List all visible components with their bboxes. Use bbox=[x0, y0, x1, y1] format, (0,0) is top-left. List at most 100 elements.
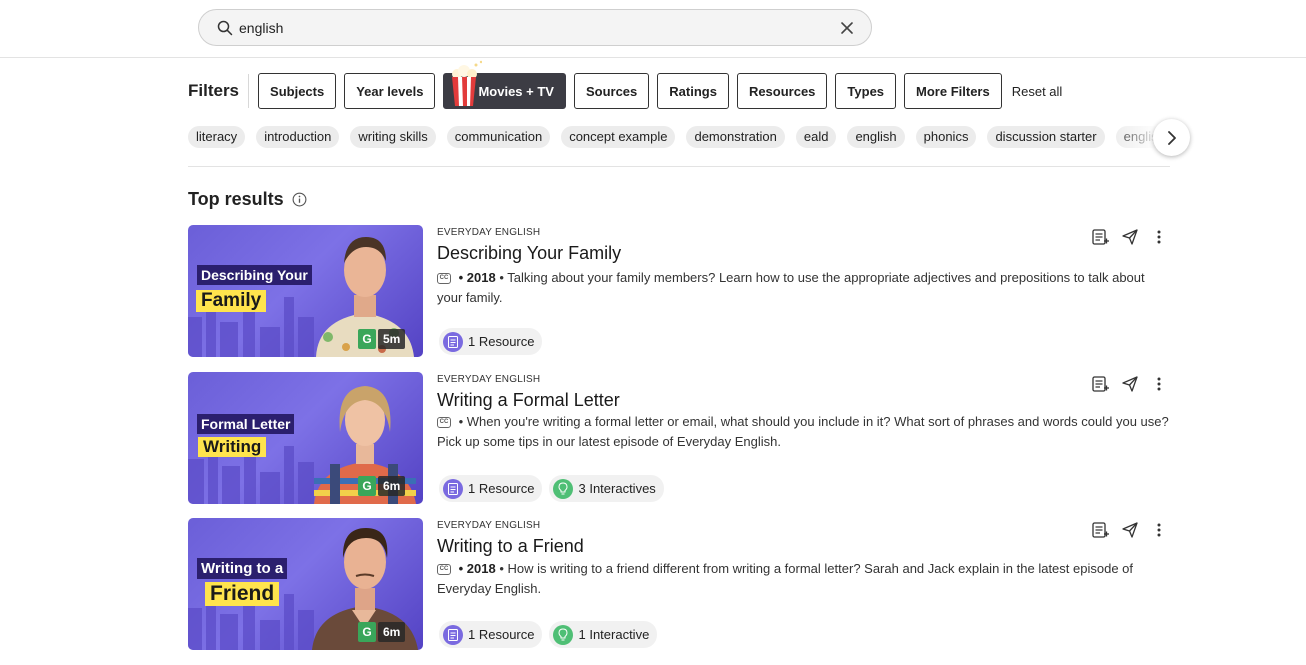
share-button[interactable] bbox=[1119, 373, 1141, 395]
duration-badge: 5m bbox=[378, 329, 406, 349]
more-options-button[interactable] bbox=[1148, 226, 1170, 248]
divider bbox=[188, 166, 1170, 167]
result-pills: 1 Resource 3 Interactives bbox=[439, 475, 671, 502]
share-icon bbox=[1122, 376, 1138, 392]
result-description: CC • 2018 • How is writing to a friend d… bbox=[437, 561, 1134, 596]
result-title[interactable]: Writing a Formal Letter bbox=[437, 390, 620, 411]
filter-subjects-button[interactable]: Subjects bbox=[258, 73, 337, 109]
thumbnail-title-line2: Family bbox=[196, 290, 267, 312]
interactives-pill[interactable]: 1 Interactive bbox=[549, 621, 658, 648]
share-icon bbox=[1122, 522, 1138, 538]
tag-chip[interactable]: communication bbox=[446, 126, 551, 148]
closed-captions-icon: CC bbox=[437, 273, 451, 285]
result-description-text: Talking about your family members? Learn… bbox=[437, 270, 1145, 305]
share-button[interactable] bbox=[1119, 519, 1141, 541]
result-actions bbox=[1090, 373, 1177, 395]
video-thumbnail[interactable]: Formal Letter Writing G 6m bbox=[188, 372, 423, 504]
filter-resources-button[interactable]: Resources bbox=[736, 73, 828, 109]
result-description: CC • When you're writing a formal letter… bbox=[437, 414, 1169, 449]
resources-label: 1 Resource bbox=[468, 627, 535, 642]
more-options-button[interactable] bbox=[1148, 519, 1170, 541]
result-pills: 1 Resource bbox=[439, 328, 549, 355]
resources-pill[interactable]: 1 Resource bbox=[439, 621, 543, 648]
tag-chip[interactable]: phonics bbox=[915, 126, 977, 148]
result-source: EVERYDAY ENGLISH bbox=[437, 227, 541, 238]
result-title[interactable]: Describing Your Family bbox=[437, 243, 621, 264]
filter-sources-button[interactable]: Sources bbox=[573, 73, 650, 109]
filters-label: Filters bbox=[188, 74, 250, 108]
video-thumbnail[interactable]: Describing Your Family G 5m bbox=[188, 225, 423, 357]
result-source: EVERYDAY ENGLISH bbox=[437, 374, 541, 385]
result-year: 2018 bbox=[466, 270, 496, 285]
lightbulb-icon bbox=[553, 624, 574, 645]
thumbnail-title-line1: Describing Your bbox=[197, 265, 312, 285]
search-input[interactable] bbox=[239, 18, 819, 38]
more-options-button[interactable] bbox=[1148, 373, 1170, 395]
add-to-playlist-icon bbox=[1092, 229, 1109, 245]
result-pills: 1 Resource 1 Interactive bbox=[439, 621, 664, 648]
resources-pill[interactable]: 1 Resource bbox=[439, 475, 543, 502]
add-to-playlist-icon bbox=[1092, 522, 1109, 538]
tag-chip[interactable]: literacy bbox=[188, 126, 246, 148]
thumbnail-title-line1: Writing to a bbox=[197, 558, 288, 579]
more-vertical-icon bbox=[1157, 230, 1161, 244]
rating-badge: G bbox=[358, 622, 376, 642]
chevron-right-icon bbox=[1167, 130, 1176, 145]
result-description-text: When you're writing a formal letter or e… bbox=[437, 414, 1169, 449]
search-icon bbox=[217, 20, 233, 36]
more-vertical-icon bbox=[1157, 377, 1161, 391]
top-bar bbox=[0, 0, 1306, 58]
section-title: Top results bbox=[188, 189, 307, 210]
interactives-pill[interactable]: 3 Interactives bbox=[549, 475, 664, 502]
result-actions bbox=[1090, 519, 1177, 541]
resources-pill[interactable]: 1 Resource bbox=[439, 328, 543, 355]
result-description-text: How is writing to a friend different fro… bbox=[437, 561, 1134, 596]
thumbnail-title-line2: Writing bbox=[198, 437, 267, 457]
tag-chip[interactable]: introduction bbox=[256, 126, 340, 148]
resources-label: 1 Resource bbox=[468, 481, 535, 496]
filter-ratings-button[interactable]: Ratings bbox=[657, 73, 729, 109]
result-card: Describing Your Family G 5m EVERYDAY ENG… bbox=[188, 225, 1170, 357]
filter-movies-tv-button[interactable]: Movies + TV bbox=[443, 60, 566, 109]
tag-chip[interactable]: writing skills bbox=[350, 126, 436, 148]
video-thumbnail[interactable]: Writing to a Friend G 6m bbox=[188, 518, 423, 650]
more-filters-button[interactable]: More Filters bbox=[904, 73, 1002, 109]
filter-movies-tv-label: Movies + TV bbox=[478, 83, 554, 99]
interactives-label: 3 Interactives bbox=[578, 481, 656, 496]
tags-next-button[interactable] bbox=[1153, 119, 1190, 156]
rating-badge: G bbox=[358, 329, 376, 349]
lightbulb-icon bbox=[553, 478, 574, 499]
tag-chip[interactable]: discussion starter bbox=[987, 126, 1105, 148]
add-to-playlist-button[interactable] bbox=[1090, 519, 1112, 541]
result-actions bbox=[1090, 226, 1177, 248]
closed-captions-icon: CC bbox=[437, 417, 451, 429]
popcorn-icon bbox=[452, 60, 483, 106]
add-to-playlist-button[interactable] bbox=[1090, 226, 1112, 248]
share-icon bbox=[1122, 229, 1138, 245]
thumbnail-title-line1: Formal Letter bbox=[197, 414, 295, 434]
add-to-playlist-button[interactable] bbox=[1090, 373, 1112, 395]
tag-chips: literacy introduction writing skills com… bbox=[188, 126, 1158, 148]
thumbnail-title-line2: Friend bbox=[205, 582, 280, 606]
closed-captions-icon: CC bbox=[437, 564, 451, 576]
tag-chip[interactable]: concept example bbox=[561, 126, 676, 148]
result-source: EVERYDAY ENGLISH bbox=[437, 520, 541, 531]
result-card: Writing to a Friend G 6m EVERYDAY ENGLIS… bbox=[188, 518, 1170, 650]
more-vertical-icon bbox=[1157, 523, 1161, 537]
search-bar[interactable] bbox=[198, 9, 872, 46]
result-description: CC • 2018 • Talking about your family me… bbox=[437, 270, 1145, 305]
document-icon bbox=[443, 478, 463, 499]
tag-chip[interactable]: english bbox=[847, 126, 905, 148]
document-icon bbox=[443, 624, 463, 645]
duration-badge: 6m bbox=[378, 622, 406, 642]
filter-year-levels-button[interactable]: Year levels bbox=[344, 73, 436, 109]
add-to-playlist-icon bbox=[1092, 376, 1109, 392]
info-icon[interactable] bbox=[292, 192, 307, 207]
reset-all-link[interactable]: Reset all bbox=[1012, 84, 1063, 99]
result-title[interactable]: Writing to a Friend bbox=[437, 536, 584, 557]
share-button[interactable] bbox=[1119, 226, 1141, 248]
tag-chip[interactable]: eald bbox=[795, 126, 837, 148]
tag-chip[interactable]: demonstration bbox=[686, 126, 785, 148]
filter-types-button[interactable]: Types bbox=[835, 73, 897, 109]
close-icon[interactable] bbox=[839, 20, 855, 36]
